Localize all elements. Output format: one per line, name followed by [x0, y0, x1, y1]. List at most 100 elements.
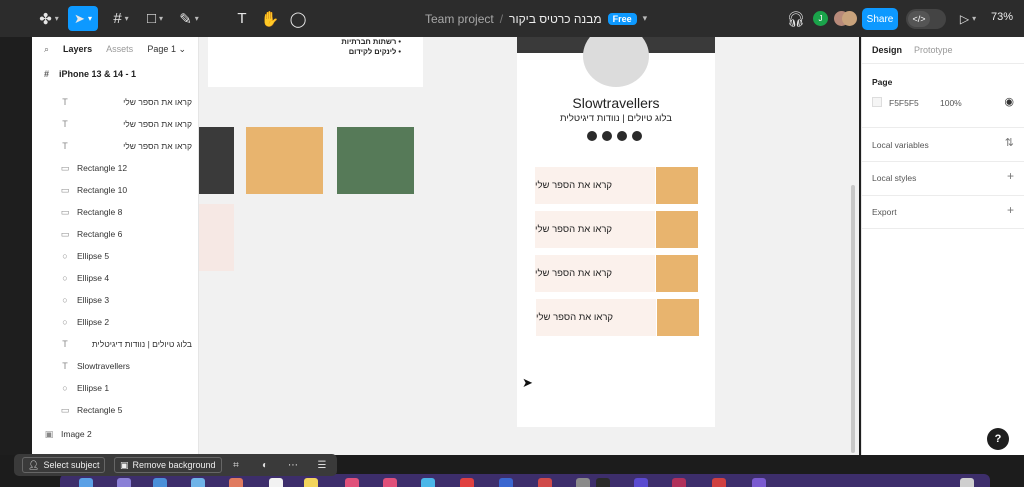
link-button[interactable]: קראו את הספר שלי	[535, 211, 655, 248]
avatar[interactable]: J	[813, 11, 828, 26]
page-selector[interactable]: Page 1 ⌄	[147, 44, 186, 55]
list-item[interactable]: ▣ Image 2	[32, 423, 198, 445]
list-item[interactable]: ▭ Rectangle 8	[32, 201, 198, 223]
sliders-icon[interactable]: ⇅	[1005, 136, 1014, 149]
hand-tool-button[interactable]: ✋	[260, 6, 280, 31]
dock-app-icon[interactable]	[752, 478, 766, 487]
main-menu-button[interactable]: ✤ ▾	[36, 6, 62, 31]
page-color-value[interactable]: F5F5F5	[889, 98, 919, 108]
help-button[interactable]: ?	[987, 428, 1009, 450]
link-button-row[interactable]: קראו את הספר שלי	[535, 167, 699, 204]
local-styles-label[interactable]: Local styles	[872, 173, 916, 183]
phone-title[interactable]: Slowtravellers	[517, 95, 715, 111]
dock-app-icon[interactable]	[596, 478, 610, 487]
tab-design[interactable]: Design	[872, 45, 902, 55]
dock-app-icon[interactable]	[79, 478, 93, 487]
ellipse-dot[interactable]	[602, 131, 612, 141]
link-button[interactable]: קראו את הספר שלי	[536, 299, 656, 336]
tab-prototype[interactable]: Prototype	[914, 45, 953, 55]
crop-icon[interactable]: ⌗	[228, 457, 244, 473]
plus-icon[interactable]: +	[1007, 203, 1014, 217]
card-frame[interactable]: • רשתות חברתיות • לינקים לקידום	[208, 37, 423, 87]
move-tool-button[interactable]: ➤ ▾	[68, 6, 98, 31]
dock-app-icon[interactable]	[960, 478, 974, 487]
export-label[interactable]: Export	[872, 207, 897, 217]
list-item[interactable]: ○ Ellipse 4	[32, 267, 198, 289]
frame-layer[interactable]: # iPhone 13 & 14 - 1	[32, 61, 198, 87]
ellipse-dot[interactable]	[632, 131, 642, 141]
list-item[interactable]: T קראו את הספר שלי	[32, 135, 198, 157]
list-item[interactable]: ▭ Rectangle 5	[32, 399, 198, 421]
link-button[interactable]: קראו את הספר שלי	[535, 255, 655, 292]
eye-icon[interactable]: ◉	[1004, 95, 1014, 108]
page-color-swatch[interactable]	[872, 97, 882, 107]
dev-mode-toggle[interactable]: </>	[906, 9, 946, 29]
link-button-accent[interactable]	[656, 255, 698, 292]
swatch-pink[interactable]	[199, 204, 234, 271]
list-item[interactable]: ▭ Rectangle 6	[32, 223, 198, 245]
chevron-down-icon[interactable]: ▾	[643, 13, 648, 24]
ellipse-dot[interactable]	[617, 131, 627, 141]
zoom-level[interactable]: 73%	[991, 11, 1013, 23]
list-item[interactable]: T קראו את הספר שלי	[32, 113, 198, 135]
link-button-accent[interactable]	[656, 211, 698, 248]
list-item[interactable]: ○ Ellipse 3	[32, 289, 198, 311]
link-button[interactable]: קראו את הספר שלי	[535, 167, 655, 204]
tab-assets[interactable]: Assets	[106, 44, 133, 54]
dock-app-icon[interactable]	[421, 478, 435, 487]
dock-app-icon[interactable]	[153, 478, 167, 487]
link-button-row[interactable]: קראו את הספר שלי	[536, 299, 700, 336]
profile-circle[interactable]	[583, 37, 649, 87]
link-button-row[interactable]: קראו את הספר שלי	[535, 211, 699, 248]
list-item[interactable]: T Slowtravellers	[32, 355, 198, 377]
dock-app-icon[interactable]	[672, 478, 686, 487]
swatch-dark[interactable]	[199, 127, 234, 194]
page-opacity[interactable]: 100%	[940, 98, 962, 108]
list-item[interactable]: ○ Ellipse 1	[32, 377, 198, 399]
headphones-button[interactable]: 🎧︎	[786, 6, 806, 31]
phone-frame[interactable]: Slowtravellers בלוג טיולים | נוודות דיגי…	[517, 37, 715, 427]
tab-layers[interactable]: Layers	[63, 44, 92, 54]
file-title[interactable]: Team project / מבנה כרטיס ביקור Free ▾	[425, 0, 647, 37]
more-icon[interactable]: ⋯	[285, 457, 301, 473]
share-button[interactable]: Share	[862, 8, 898, 30]
remove-background-button[interactable]: ▣ Remove background	[114, 457, 222, 473]
list-item[interactable]: T קראו את הספר שלי	[32, 91, 198, 113]
dock-app-icon[interactable]	[191, 478, 205, 487]
local-variables-label[interactable]: Local variables	[872, 140, 929, 150]
link-button-row[interactable]: קראו את הספר שלי	[535, 255, 699, 292]
dock-app-icon[interactable]	[538, 478, 552, 487]
text-tool-button[interactable]: T	[232, 6, 252, 31]
vertical-scrollbar[interactable]	[851, 185, 855, 453]
dock-app-icon[interactable]	[460, 478, 474, 487]
swatch-green[interactable]	[337, 127, 414, 194]
dock-app-icon[interactable]	[383, 478, 397, 487]
design-canvas[interactable]: • רשתות חברתיות • לינקים לקידום Slowtrav…	[199, 37, 859, 455]
swatch-orange[interactable]	[246, 127, 323, 194]
link-button-accent[interactable]	[656, 167, 698, 204]
plus-icon[interactable]: +	[1007, 169, 1014, 183]
list-item[interactable]: ▭ Rectangle 10	[32, 179, 198, 201]
search-icon[interactable]: ⌕	[44, 44, 49, 55]
file-name[interactable]: מבנה כרטיס ביקור	[509, 12, 602, 26]
frame-tool-button[interactable]: # ▾	[106, 6, 136, 31]
dock-app-icon[interactable]	[117, 478, 131, 487]
dock-app-icon[interactable]	[576, 478, 590, 487]
dock-app-icon[interactable]	[304, 478, 318, 487]
settings-icon[interactable]: ☰	[314, 457, 330, 473]
present-button[interactable]: ▷ ▾	[956, 6, 980, 31]
dock-app-icon[interactable]	[269, 478, 283, 487]
avatar[interactable]	[842, 11, 857, 26]
phone-subtitle[interactable]: בלוג טיולים | נוודות דיגיטלית	[517, 113, 715, 124]
pen-tool-button[interactable]: ✎ ▾	[174, 6, 204, 31]
select-subject-button[interactable]: 👤︎ Select subject	[22, 457, 106, 473]
ellipse-dot[interactable]	[587, 131, 597, 141]
dock-app-icon[interactable]	[345, 478, 359, 487]
list-item[interactable]: ○ Ellipse 2	[32, 311, 198, 333]
dock-app-icon[interactable]	[712, 478, 726, 487]
list-item[interactable]: T בלוג טיולים | נוודות דיגיטלית	[32, 333, 198, 355]
shape-tool-button[interactable]: □ ▾	[140, 6, 170, 31]
team-name[interactable]: Team project	[425, 12, 494, 26]
list-item[interactable]: ▭ Rectangle 12	[32, 157, 198, 179]
list-item[interactable]: ○ Ellipse 5	[32, 245, 198, 267]
